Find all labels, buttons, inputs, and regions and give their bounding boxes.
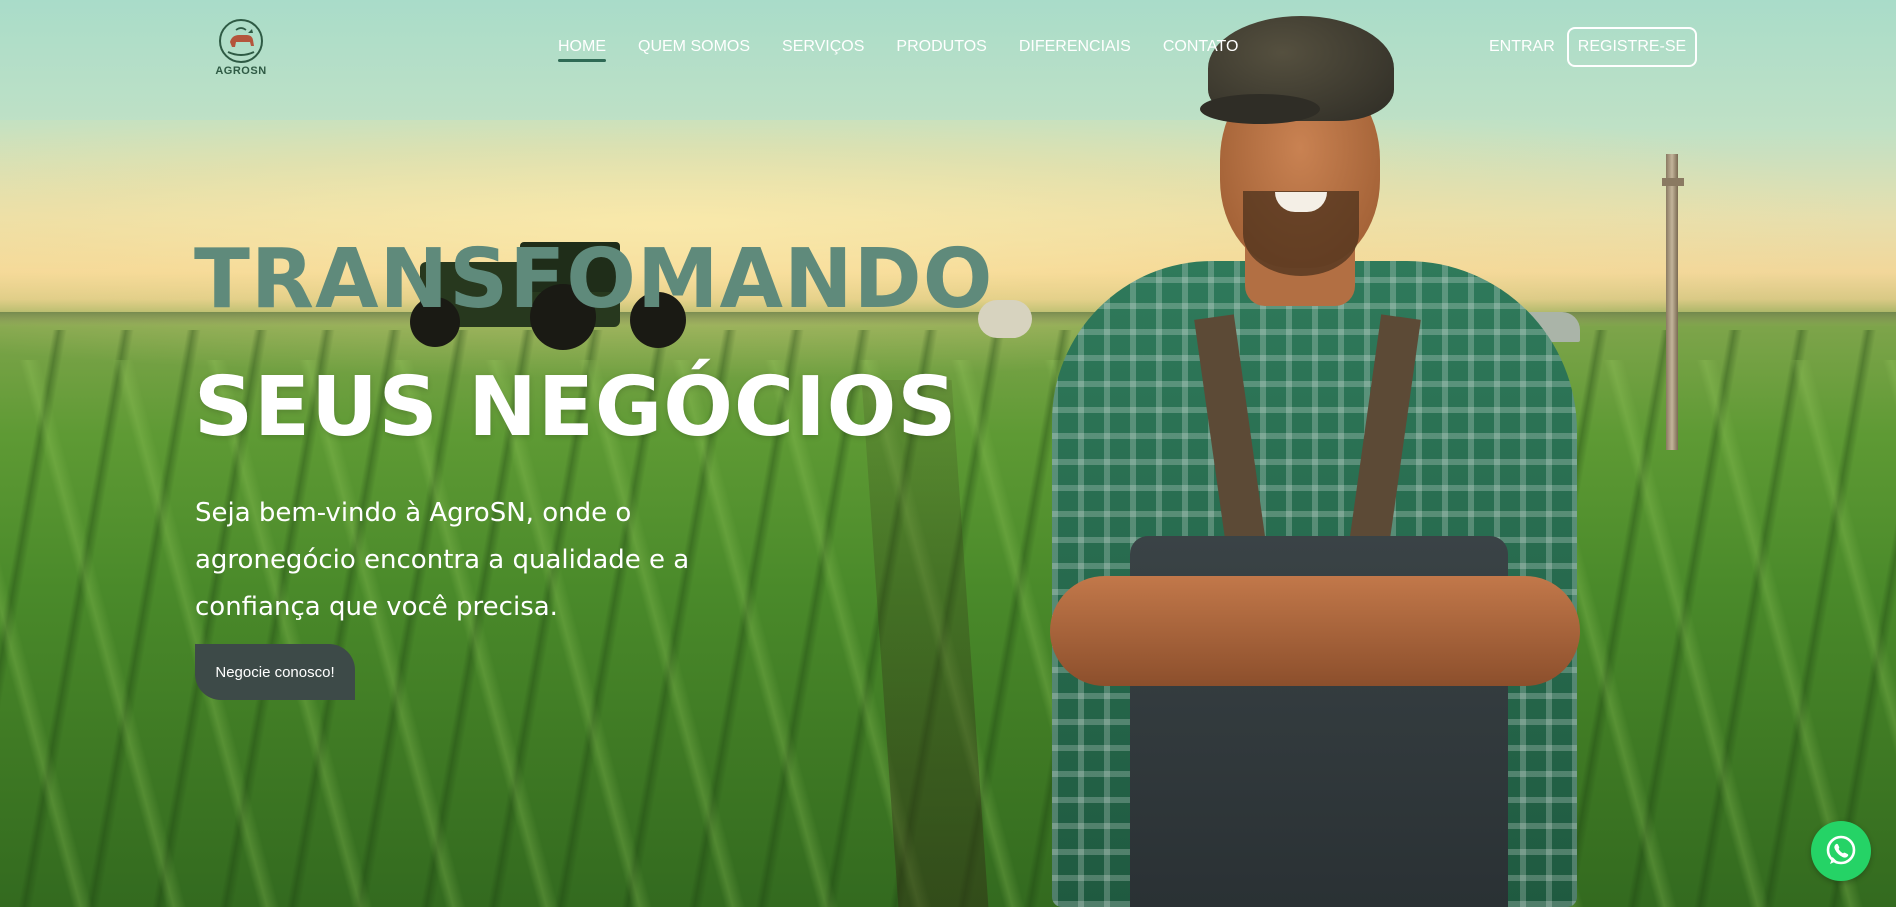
brand-name: AGROSN <box>215 65 267 77</box>
headline-line-1: TRANSFOMANDO <box>194 232 994 327</box>
hero-section: AGROSN HOME QUEM SOMOS SERVIÇOS PRODUTOS… <box>0 0 1896 907</box>
whatsapp-button[interactable] <box>1811 821 1871 881</box>
farmer-photo <box>1040 16 1600 907</box>
nav-item-home[interactable]: HOME <box>558 38 606 62</box>
nav-item-produtos[interactable]: PRODUTOS <box>896 38 986 62</box>
main-menu: HOME QUEM SOMOS SERVIÇOS PRODUTOS DIFERE… <box>558 38 1270 62</box>
register-button[interactable]: REGISTRE-SE <box>1567 27 1697 67</box>
top-navigation: AGROSN HOME QUEM SOMOS SERVIÇOS PRODUTOS… <box>0 0 1896 96</box>
nav-item-servicos[interactable]: SERVIÇOS <box>782 38 864 62</box>
cow-logo-icon <box>219 19 263 63</box>
whatsapp-icon <box>1826 835 1856 865</box>
login-link[interactable]: ENTRAR <box>1489 38 1555 56</box>
nav-item-quem-somos[interactable]: QUEM SOMOS <box>638 38 750 62</box>
headline-line-2: SEUS NEGÓCIOS <box>194 360 958 455</box>
nav-item-contato[interactable]: CONTATO <box>1163 38 1239 62</box>
nav-item-diferenciais[interactable]: DIFERENCIAIS <box>1019 38 1131 62</box>
negotiate-button[interactable]: Negocie conosco! <box>195 644 355 700</box>
utility-pole-image <box>1662 154 1684 450</box>
brand-logo[interactable]: AGROSN <box>210 18 272 84</box>
hero-tagline: Seja bem-vindo à AgroSN, onde o agronegó… <box>195 498 690 622</box>
